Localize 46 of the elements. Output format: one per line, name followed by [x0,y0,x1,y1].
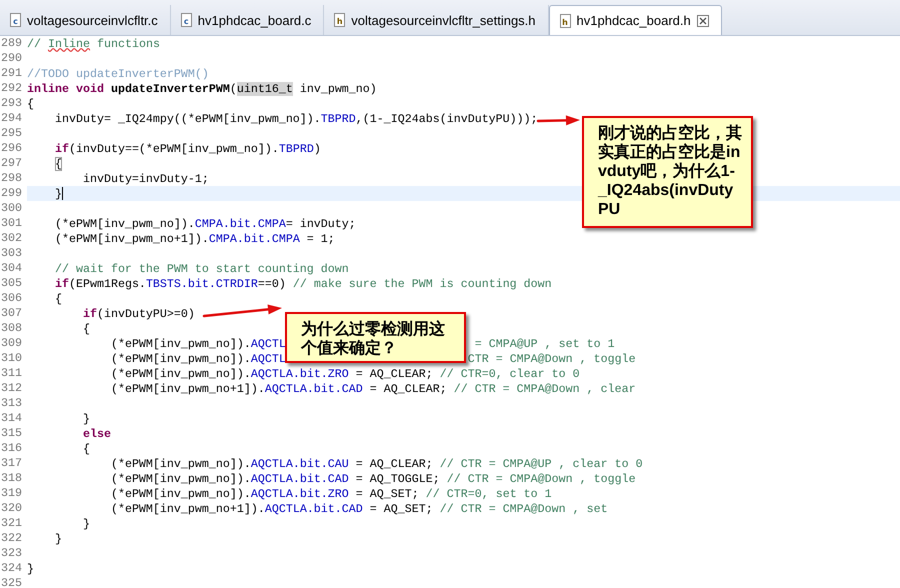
code-line: (*ePWM[inv_pwm_no]).AQCTLA.bit.ZRO = AQ_CLEAR; // CTR=0, clear to 0 [110,366,580,380]
code-line: if(invDutyPU>=0) [82,306,195,320]
code-line: if(invDuty==(*ePWM[inv_pwm_no]).TBPRD) [54,142,321,156]
code-line: { [27,96,34,110]
code-line: (*ePWM[inv_pwm_no]).AQCTLA.bit.CAD = AQ_TOGGLE; // CTR = CMPA@Down , toggle [110,472,636,486]
code-line: { [54,292,62,306]
code-line: (*ePWM[inv_pwm_no]).AQCTL [110,336,286,350]
callout-arrow [536,115,580,126]
file-icon: c [10,13,21,27]
code-line: //TODO updateInverterPWM() [27,66,209,80]
code-line: { [82,322,90,336]
callout-note: 为什么过零检测用这个值来确定？ [285,312,466,363]
line-number: 299 [0,186,27,201]
code-line: invDuty= _IQ24mpy((*ePWM[inv_pwm_no]).TBPRD,(1-_IQ24abs(invDutyPU))); [54,112,538,126]
close-icon[interactable] [696,14,709,26]
code-line: } [54,532,62,546]
file-icon: h [560,14,571,28]
code-line: } [82,516,90,530]
file-icon: h [334,13,346,27]
code-line: CTR = CMPA@Down , toggle [468,352,636,366]
code-line: = CMPA@UP , set to 1 [474,336,615,350]
code-line: else [82,426,111,440]
file-tab[interactable]: h voltagesourceinvlcfltr_settings.h [324,5,549,35]
callout-note: 刚才说的占空比，其实真正的占空比是invduty吧，为什么1-_IQ24abs(invDutyPU [582,116,753,228]
code-line: (*ePWM[inv_pwm_no]).AQCTL [110,352,286,366]
code-line: (*ePWM[inv_pwm_no]).AQCTLA.bit.CAU = AQ_CLEAR; // CTR = CMPA@UP , clear to 0 [110,456,643,470]
code-line: } [27,562,34,576]
code-line: } [54,186,62,200]
code-line: if(EPwm1Regs.TBSTS.bit.CTRDIR==0) // make sure the PWM is counting down [54,276,552,290]
code-line: (*ePWM[inv_pwm_no+1]).AQCTLA.bit.CAD = AQ_CLEAR; // CTR = CMPA@Down , clear [110,382,636,396]
code-line: // Inline functions [27,36,160,50]
code-line: inline void updateInverterPWM(uint16_t inv_pwm_no) [27,82,377,96]
file-icon: c [180,13,192,27]
code-line: (*ePWM[inv_pwm_no]).AQCTLA.bit.ZRO = AQ_SET; // CTR=0, set to 1 [110,486,552,500]
code-line: { [82,442,90,456]
code-line: (*ePWM[inv_pwm_no+1]).AQCTLA.bit.CAD = AQ_SET; // CTR = CMPA@Down , set [110,502,608,516]
code-line: // wait for the PWM to start counting down [54,262,349,276]
file-tab[interactable]: h hv1phdcac_board.h [548,5,722,35]
code-line: { [54,156,62,170]
text-cursor [62,187,64,200]
file-tab[interactable]: c voltagesourceinvlcfltr.c [0,5,171,35]
file-tab[interactable]: c hv1phdcac_board.c [170,5,324,35]
code-line: } [82,412,90,426]
code-line: (*ePWM[inv_pwm_no+1]).CMPA.bit.CMPA = 1; [54,232,335,246]
code-line: invDuty=invDuty-1; [82,172,209,186]
code-line: (*ePWM[inv_pwm_no]).CMPA.bit.CMPA= invDuty; [54,216,356,230]
